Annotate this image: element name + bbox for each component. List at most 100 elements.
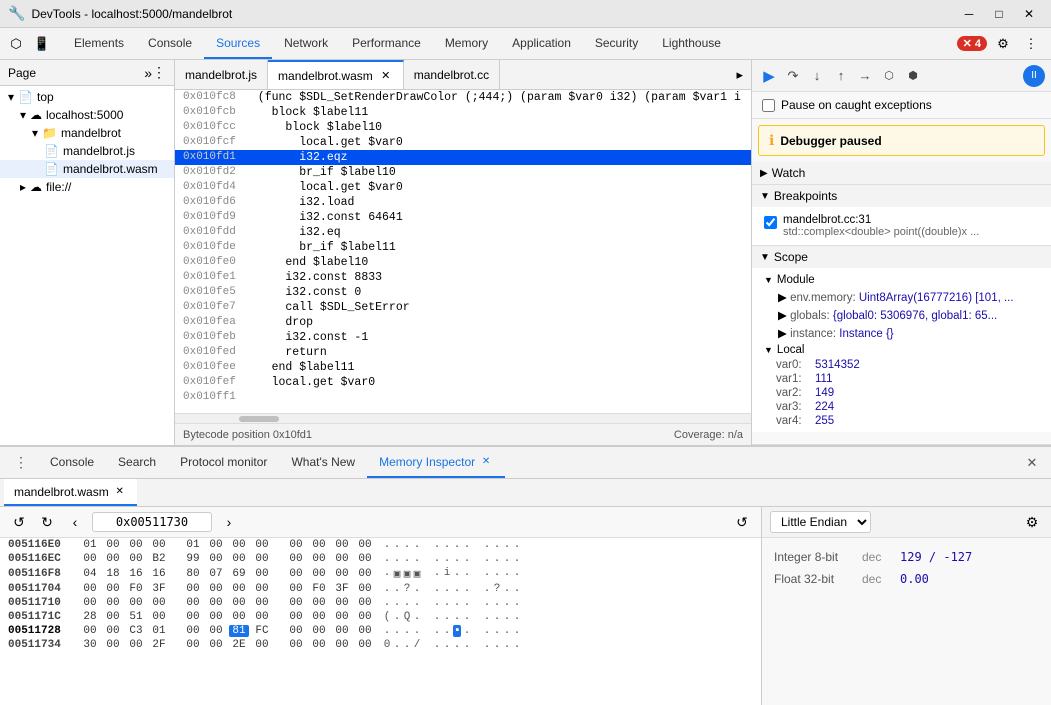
code-line-highlighted: 0x010fd1 i32.eqz — [175, 150, 751, 165]
tab-elements[interactable]: Elements — [62, 28, 136, 59]
folder-icon: 📄 — [18, 90, 33, 104]
memory-prev-button[interactable]: ‹ — [64, 511, 86, 533]
memory-file-tab[interactable]: mandelbrot.wasm ✕ — [4, 479, 137, 506]
tab-label: What's New — [291, 455, 355, 469]
editor-more-button[interactable]: ▸ — [728, 60, 751, 89]
close-tab-icon[interactable]: ✕ — [479, 455, 493, 469]
tab-memory-inspector[interactable]: Memory Inspector ✕ — [367, 447, 505, 478]
memory-refresh-button[interactable]: ↺ — [731, 511, 753, 533]
tab-security[interactable]: Security — [583, 28, 650, 59]
memory-next-button[interactable]: › — [218, 511, 240, 533]
code-line: 0x010fea drop — [175, 315, 751, 330]
bottom-panel: ⋮ Console Search Protocol monitor What's… — [0, 445, 1051, 705]
code-line: 0x010fd2 br_if $label10 — [175, 165, 751, 180]
tab-label: Console — [50, 455, 94, 469]
memory-forward-button[interactable]: ↻ — [36, 511, 58, 533]
sidebar-menu-button[interactable]: » — [144, 65, 152, 81]
memory-hex-view[interactable]: ↺ ↻ ‹ 0x00511730 › ↺ 005116E0 01000000 — [0, 507, 761, 705]
main-toolbar: ⬡ 📱 Elements Console Sources Network Per… — [0, 28, 1051, 60]
close-memory-tab-icon[interactable]: ✕ — [113, 485, 127, 499]
sidebar-item-mandelbrot-folder[interactable]: ▾ 📁 mandelbrot — [0, 124, 174, 142]
tab-memory[interactable]: Memory — [433, 28, 500, 59]
sidebar-title: Page — [8, 66, 144, 80]
breakpoint-detail: std::complex<double> point((double)x ... — [783, 226, 979, 238]
scope-item-arrow: ▶ — [778, 328, 787, 340]
editor-tab-mandelbrot-cc[interactable]: mandelbrot.cc — [404, 60, 500, 89]
async-call-stack-button[interactable]: II — [1023, 65, 1045, 87]
minimize-button[interactable]: ─ — [955, 4, 983, 24]
tab-protocol-monitor[interactable]: Protocol monitor — [168, 447, 279, 478]
tab-lighthouse[interactable]: Lighthouse — [650, 28, 733, 59]
tab-console[interactable]: Console — [136, 28, 204, 59]
memory-settings-button[interactable]: ⚙ — [1021, 511, 1043, 533]
scope-header[interactable]: ▼ Scope — [752, 246, 1051, 268]
tab-label: Memory Inspector — [379, 455, 475, 469]
device-toggle-button[interactable]: 📱 — [30, 32, 54, 56]
sidebar-item-top[interactable]: ▾ 📄 top — [0, 88, 174, 106]
endian-select[interactable]: Little Endian — [770, 511, 871, 533]
watch-header[interactable]: ▶ Watch — [752, 162, 1051, 184]
sidebar-item-mandelbrot-wasm[interactable]: 📄 mandelbrot.wasm — [0, 160, 174, 178]
sidebar-item-file[interactable]: ▸ ☁ file:// — [0, 178, 174, 196]
breakpoints-arrow-icon: ▼ — [760, 191, 770, 202]
integer-8bit-enc: dec — [862, 550, 892, 564]
resume-button[interactable]: ▶ — [758, 65, 780, 87]
address-input[interactable]: 0x00511730 — [92, 512, 212, 532]
tab-application[interactable]: Application — [500, 28, 583, 59]
debug-toolbar: ▶ ↷ ↓ ↑ → ⬡ ⬢ II — [752, 60, 1051, 92]
breakpoints-section: ▼ Breakpoints mandelbrot.cc:31 std::comp… — [752, 185, 1051, 246]
step-into-button[interactable]: ↓ — [806, 65, 828, 87]
tab-search[interactable]: Search — [106, 447, 168, 478]
code-container[interactable]: 0x010fc8 (func $SDL_SetRenderDrawColor (… — [175, 90, 751, 413]
close-tab-icon[interactable]: ✕ — [379, 69, 393, 83]
tab-whats-new[interactable]: What's New — [279, 447, 367, 478]
step-over-button[interactable]: ↷ — [782, 65, 804, 87]
module-label: Module — [777, 274, 815, 286]
tab-network[interactable]: Network — [272, 28, 340, 59]
code-line: 0x010fee end $label11 — [175, 360, 751, 375]
breakpoints-content: mandelbrot.cc:31 std::complex<double> po… — [752, 207, 1051, 245]
sidebar-more-button[interactable]: ⋮ — [152, 64, 166, 81]
editor-tab-mandelbrot-wasm[interactable]: mandelbrot.wasm ✕ — [268, 60, 404, 89]
inspect-element-button[interactable]: ⬡ — [4, 32, 28, 56]
hex-row: 005116F8 04181616 80076900 00000000 .▣▣▣ — [0, 566, 761, 582]
float-32bit-label: Float 32-bit — [774, 572, 854, 586]
dont-pause-exceptions-button[interactable]: ⬢ — [902, 65, 924, 87]
sidebar-item-label: file:// — [46, 180, 71, 194]
settings-button[interactable]: ⚙ — [991, 32, 1015, 56]
memory-file-tab-bar: mandelbrot.wasm ✕ — [0, 479, 1051, 507]
expand-icon: ▾ — [8, 90, 14, 104]
scope-label: Scope — [774, 250, 808, 264]
tab-console[interactable]: Console — [38, 447, 106, 478]
close-bottom-panel-button[interactable]: ✕ — [1021, 452, 1043, 474]
step-out-button[interactable]: ↑ — [830, 65, 852, 87]
sidebar-item-localhost[interactable]: ▾ ☁ localhost:5000 — [0, 106, 174, 124]
memory-back-button[interactable]: ↺ — [8, 511, 30, 533]
local-label: Local — [777, 344, 805, 356]
module-group[interactable]: ▼ Module — [764, 272, 1039, 288]
step-button[interactable]: → — [854, 65, 876, 87]
scope-section: ▼ Scope ▼ Module ▶ env.memory: — [752, 246, 1051, 445]
breakpoints-label: Breakpoints — [774, 189, 837, 203]
code-line: 0x010fcb block $label11 — [175, 105, 751, 120]
close-button[interactable]: ✕ — [1015, 4, 1043, 24]
tab-sources[interactable]: Sources — [204, 28, 272, 59]
maximize-button[interactable]: □ — [985, 4, 1013, 24]
pause-exceptions-label: Pause on caught exceptions — [781, 98, 932, 112]
folder-icon: 📁 — [42, 126, 57, 140]
bottom-panel-menu-button[interactable]: ⋮ — [10, 452, 32, 474]
more-options-button[interactable]: ⋮ — [1019, 32, 1043, 56]
breakpoint-checkbox[interactable] — [764, 216, 777, 229]
local-group[interactable]: ▼ Local — [764, 342, 1039, 358]
memory-info-panel: Little Endian ⚙ Integer 8-bit dec 129 / … — [761, 507, 1051, 705]
sidebar-item-mandelbrot-js[interactable]: 📄 mandelbrot.js — [0, 142, 174, 160]
bytecode-position: Bytecode position 0x10fd1 — [183, 429, 312, 441]
tab-performance[interactable]: Performance — [340, 28, 433, 59]
breakpoints-header[interactable]: ▼ Breakpoints — [752, 185, 1051, 207]
pause-exceptions-checkbox[interactable] — [762, 99, 775, 112]
deactivate-breakpoints-button[interactable]: ⬡ — [878, 65, 900, 87]
editor-tab-mandelbrot-js[interactable]: mandelbrot.js — [175, 60, 268, 89]
hex-row: 005116E0 01000000 01000000 00000000 .... — [0, 538, 761, 552]
code-line: 0x010ff1 — [175, 390, 751, 404]
code-line: 0x010fe5 i32.const 0 — [175, 285, 751, 300]
